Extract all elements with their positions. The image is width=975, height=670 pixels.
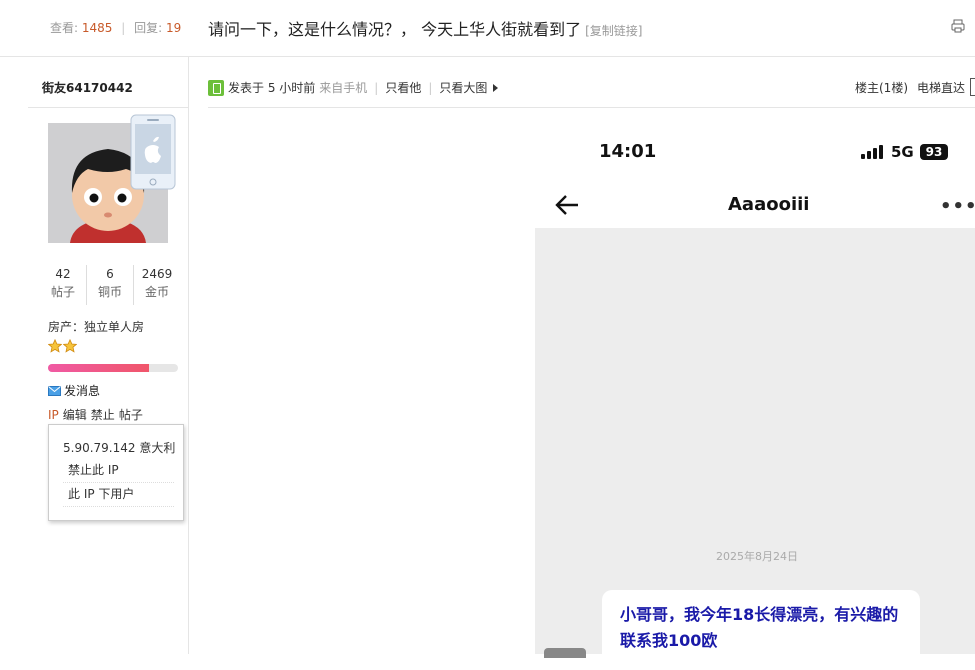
column-divider [188,56,189,654]
thread-title: 请问一下，这是什么情况？， 今天上华人街就看到了 [复制链接] [208,16,642,40]
divider [28,107,188,108]
elevator-link[interactable]: 电梯直达 [917,81,965,95]
author-stats: 42 帖子 6 铜币 2469 金币 [40,265,180,305]
stat-value: 42 [55,267,71,281]
print-icon[interactable] [951,19,965,33]
play-triangle-icon[interactable] [493,83,499,92]
author-house: 房产：独立单人房 [48,320,145,334]
divider [208,107,975,108]
network-type: 5G [891,143,914,161]
edit-link[interactable]: 编辑 [63,408,87,422]
post-time: 发表于 5 小时前 [228,81,316,95]
battery-level: 93 [925,145,943,159]
thread-title-text: 请问一下，这是什么情况？， 今天上华人街就看到了 [208,20,582,39]
chat-message-bubble: 小哥哥，我今年18长得漂亮，有兴趣的联系我100欧 [602,590,920,670]
signal-icon [861,145,883,159]
stat-posts[interactable]: 42 帖子 [40,265,87,305]
posts-link[interactable]: 帖子 [119,408,143,422]
from-mobile-label: 来自手机 [319,81,368,95]
star-icon [63,339,77,353]
copy-link-button[interactable]: [复制链接] [585,24,642,38]
ban-ip-link[interactable]: 禁止此 IP [63,461,174,483]
stat-value: 6 [106,267,114,281]
floor-nav: 楼主(1楼) 电梯直达 [855,79,974,96]
author-username[interactable]: 街友64170442 [42,79,133,96]
ip-link[interactable]: IP [48,408,59,422]
send-message-label: 发消息 [64,384,101,398]
chat-date: 2025年8月24日 [716,550,798,563]
floor-label: 楼主(1楼) [855,81,908,95]
replies-count: 19 [166,21,182,35]
battery-icon: 93 [920,144,948,160]
views-label: 查看: [50,21,79,35]
mobile-phone-icon [208,79,224,96]
stat-value: 2469 [141,267,173,281]
thread-stats: 查看: 1485 | 回复: 19 [50,21,182,35]
level-progress-fill [48,364,150,372]
post-meta: 发表于 5 小时前 来自手机 | 只看他 | 只看大图 [208,79,499,96]
ip-address: 5.90.79.142 意大利 [63,441,176,455]
ip-users-link[interactable]: 此 IP 下用户 [63,485,174,507]
send-message-link[interactable]: 发消息 [48,382,100,399]
ban-link[interactable]: 禁止 [91,408,115,422]
chat-contact-name: Aaaooiii [728,194,810,215]
only-big-images-link[interactable]: 只看大图 [439,79,487,96]
stat-copper: 6 铜币 [87,265,134,305]
status-bar-time: 14:01 [599,141,657,162]
apple-device-icon [130,114,176,190]
level-progress-bar [48,364,178,372]
back-arrow-icon[interactable] [554,194,580,216]
star-icon [48,339,62,353]
views-count: 1485 [81,21,113,35]
chat-message-text: 小哥哥，我今年18长得漂亮，有兴趣的联系我100欧 [620,605,899,650]
peer-avatar [544,648,586,658]
stat-gold: 2469 金币 [134,265,180,305]
mail-icon [48,385,61,396]
ip-popup: 5.90.79.142 意大利 禁止此 IP 此 IP 下用户 [48,424,184,521]
stat-label: 帖子 [50,285,75,299]
floor-input[interactable] [970,78,975,96]
author-rank-stars [48,339,77,355]
author-admin-actions: IP 编辑 禁止 帖子 [48,406,147,423]
replies-label: 回复: [134,21,163,35]
only-author-link[interactable]: 只看他 [385,79,421,96]
stat-label: 金币 [144,285,169,299]
more-options-icon[interactable]: ••• [940,196,975,217]
stat-label: 铜币 [97,285,122,299]
